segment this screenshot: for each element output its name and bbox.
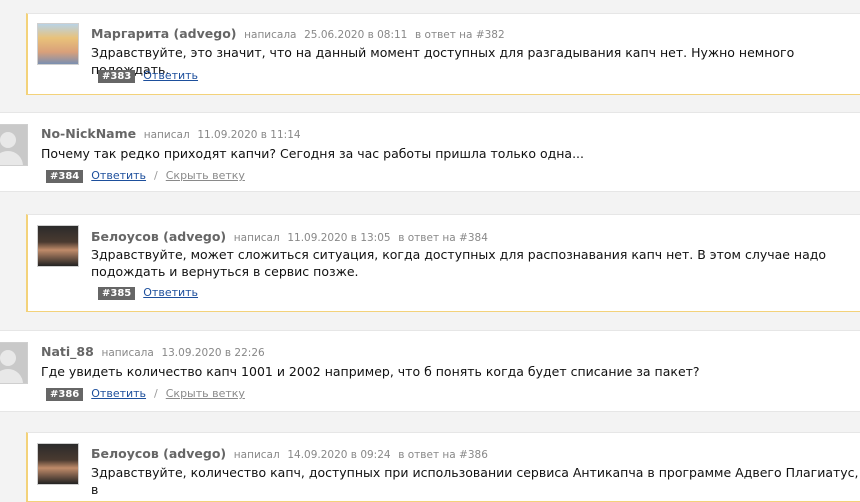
reply-to-link[interactable]: в ответ на #384 [398,232,488,244]
comment-text: Здравствуйте, это значит, что на данный … [91,45,795,77]
comment-verb: написал [233,232,280,244]
avatar[interactable] [37,443,79,485]
comment-number[interactable]: #384 [46,170,84,183]
comment-author[interactable]: Белоусов (advego) [91,446,226,461]
comment-datetime: 11.09.2020 в 11:14 [197,129,301,141]
comment-text: Почему так редко приходят капчи? Сегодня… [41,146,584,161]
avatar[interactable] [0,124,28,166]
comment-text: Где увидеть количество капч 1001 и 2002 … [41,364,700,379]
comment-actions: #384 Ответить / Скрыть ветку [46,169,245,183]
comment-card: No-NickName написал 11.09.2020 в 11:14 П… [0,112,860,192]
comment-number[interactable]: #383 [98,70,136,83]
comment-verb: написала [101,347,154,359]
reply-button[interactable]: Ответить [91,387,146,400]
comment-datetime: 14.09.2020 в 09:24 [287,449,391,461]
comment-card: Nati_88 написала 13.09.2020 в 22:26 Где … [0,330,860,412]
comment-datetime: 13.09.2020 в 22:26 [161,347,265,359]
comment-meta: Маргарита (advego) написала 25.06.2020 в… [91,26,505,43]
avatar[interactable] [37,23,79,65]
comment-author[interactable]: Nati_88 [41,344,94,359]
comment-actions: #386 Ответить / Скрыть ветку [46,387,245,401]
comment-card: Белоусов (advego) написал 14.09.2020 в 0… [26,432,860,502]
reply-button[interactable]: Ответить [143,286,198,299]
separator: / [154,387,158,400]
comment-author[interactable]: Маргарита (advego) [91,26,237,41]
comment-meta: Белоусов (advego) написал 14.09.2020 в 0… [91,446,488,463]
comment-text: Здравствуйте, количество капч, доступных… [91,465,859,497]
comment-verb: написал [233,449,280,461]
comment-text: Здравствуйте, может сложиться ситуация, … [91,247,827,279]
comment-author[interactable]: No-NickName [41,126,136,141]
comment-datetime: 25.06.2020 в 08:11 [304,29,408,41]
reply-to-link[interactable]: в ответ на #386 [398,449,488,461]
reply-button[interactable]: Ответить [143,69,198,82]
avatar[interactable] [0,342,28,384]
comment-verb: написала [244,29,297,41]
comment-author[interactable]: Белоусов (advego) [91,229,226,244]
avatar[interactable] [37,225,79,267]
comment-actions: #385 Ответить [98,286,198,300]
comment-meta: Nati_88 написала 13.09.2020 в 22:26 [41,344,265,361]
comment-meta: No-NickName написал 11.09.2020 в 11:14 [41,126,301,143]
comment-verb: написал [143,129,190,141]
comment-number[interactable]: #385 [98,287,136,300]
comment-card: Белоусов (advego) написал 11.09.2020 в 1… [26,214,860,312]
hide-thread-button[interactable]: Скрыть ветку [166,169,245,182]
reply-button[interactable]: Ответить [91,169,146,182]
comment-actions: #383 Ответить [98,69,198,83]
comment-datetime: 11.09.2020 в 13:05 [287,232,391,244]
comment-card: Маргарита (advego) написала 25.06.2020 в… [26,13,860,95]
separator: / [154,169,158,182]
comment-number[interactable]: #386 [46,388,84,401]
comment-meta: Белоусов (advego) написал 11.09.2020 в 1… [91,229,488,246]
reply-to-link[interactable]: в ответ на #382 [415,29,505,41]
hide-thread-button[interactable]: Скрыть ветку [166,387,245,400]
